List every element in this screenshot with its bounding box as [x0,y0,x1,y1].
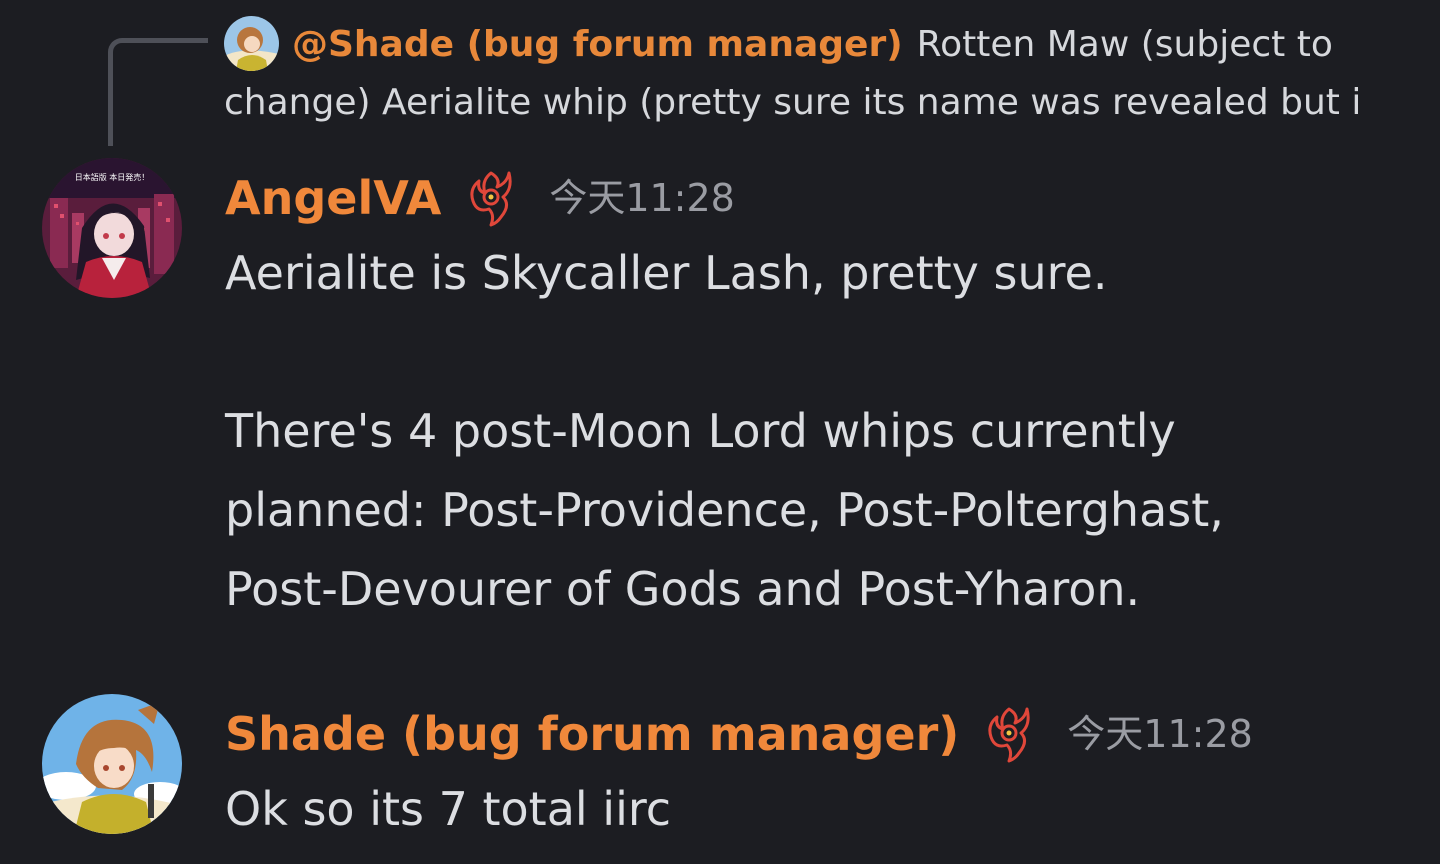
username[interactable]: AngelVA [225,168,441,228]
timestamp[interactable]: 今天11:28 [1067,704,1253,764]
reply-mention[interactable]: @Shade (bug forum manager) [292,24,903,65]
message-paragraph: There's 4 post-Moon Lord whips currently [225,404,1176,458]
message-header: AngelVA 今天11:28 [225,168,735,228]
message-body: Aerialite is Skycaller Lash, pretty sure… [225,234,1224,629]
message-header: Shade (bug forum manager) 今天11:28 [225,704,1253,764]
message-body: Ok so its 7 total iirc [225,770,671,849]
message-paragraph: Post-Devourer of Gods and Post-Yharon. [225,562,1141,616]
reply-connector-line [108,38,208,146]
message-paragraph: Aerialite is Skycaller Lash, pretty sure… [225,246,1108,300]
flame-sword-icon[interactable] [985,705,1031,763]
timestamp[interactable]: 今天11:28 [549,168,735,228]
avatar-angelva[interactable]: 日本語版 本日発売！ [42,158,182,298]
flame-sword-icon[interactable] [467,169,513,227]
message-paragraph: Ok so its 7 total iirc [225,782,672,836]
avatar-shade[interactable] [42,694,182,834]
reply-preview[interactable]: @Shade (bug forum manager) Rotten Maw (su… [224,16,1424,132]
chat-view: @Shade (bug forum manager) Rotten Maw (su… [0,0,1440,864]
message-paragraph: planned: Post-Providence, Post-Poltergha… [225,483,1224,537]
username[interactable]: Shade (bug forum manager) [225,704,959,764]
avatar-caption: 日本語版 本日発売！ [75,172,150,182]
